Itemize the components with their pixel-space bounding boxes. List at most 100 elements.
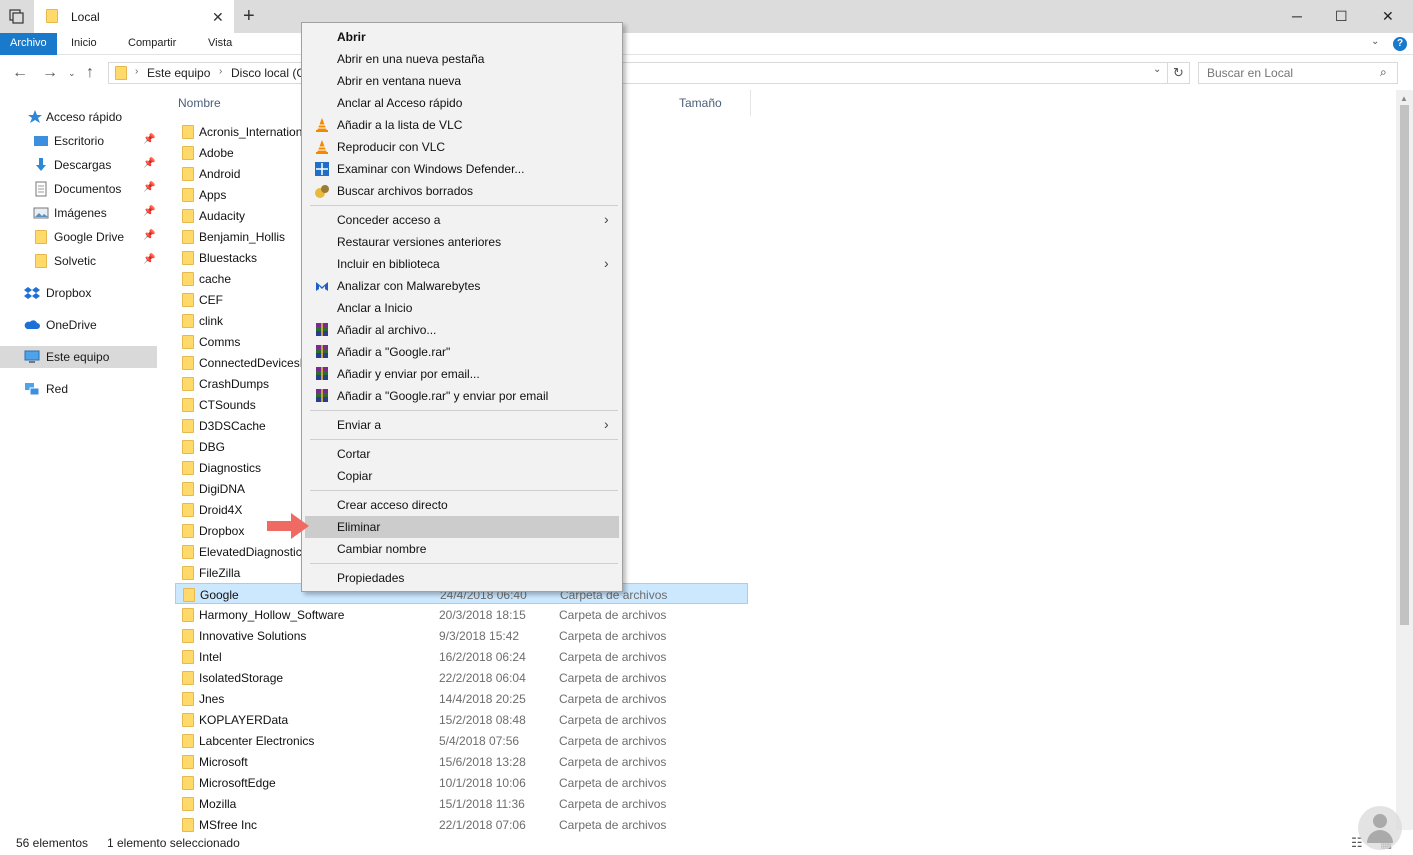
- menu-item-abrir-en-una-nueva-pesta-a[interactable]: Abrir en una nueva pestaña: [305, 48, 619, 70]
- sidebar-item-quick-access[interactable]: Acceso rápido: [0, 106, 157, 128]
- close-icon[interactable]: ✕: [1382, 8, 1394, 25]
- menu-item-cortar[interactable]: Cortar: [305, 443, 619, 465]
- minimize-icon[interactable]: ─: [1292, 8, 1302, 24]
- menu-item-buscar-archivos-borrados[interactable]: Buscar archivos borrados: [305, 180, 619, 202]
- menu-item-crear-acceso-directo[interactable]: Crear acceso directo: [305, 494, 619, 516]
- ribbon-file-tab[interactable]: Archivo: [0, 33, 57, 55]
- file-type: Carpeta de archivos: [559, 776, 667, 790]
- menu-item-analizar-con-malwarebytes[interactable]: Analizar con Malwarebytes: [305, 275, 619, 297]
- menu-item-abrir[interactable]: Abrir: [305, 26, 619, 48]
- file-name: cache: [199, 272, 232, 286]
- menu-item-a-adir-y-enviar-por-email[interactable]: Añadir y enviar por email...: [305, 363, 619, 385]
- menu-item-examinar-con-windows-defender[interactable]: Examinar con Windows Defender...: [305, 158, 619, 180]
- file-name: Droid4X: [199, 503, 243, 517]
- pin-icon[interactable]: 📌: [143, 254, 155, 265]
- vlc-cone-icon: [316, 140, 328, 154]
- window-menu-icon[interactable]: [9, 9, 25, 25]
- menu-item-label: Añadir al archivo...: [337, 323, 437, 337]
- recent-locations-icon[interactable]: ⌄: [68, 68, 76, 79]
- menu-item-anclar-al-acceso-r-pido[interactable]: Anclar al Acceso rápido: [305, 92, 619, 114]
- sidebar-item-label: Acceso rápido: [46, 110, 123, 124]
- address-bar[interactable]: › Este equipo › Disco local (C: [108, 62, 1168, 84]
- table-row[interactable]: IsolatedStorage 22/2/2018 06:04 Carpeta de…: [175, 667, 748, 688]
- menu-item-label: Analizar con Malwarebytes: [337, 279, 481, 293]
- sidebar-item-desktop[interactable]: Escritorio 📌: [0, 130, 157, 152]
- menu-item-restaurar-versiones-anteriores[interactable]: Restaurar versiones anteriores: [305, 231, 619, 253]
- address-dropdown-icon[interactable]: ⌄: [1153, 64, 1161, 75]
- sidebar-item-solvetic[interactable]: Solvetic 📌: [0, 250, 157, 272]
- chevron-down-icon[interactable]: ⌄: [1371, 36, 1379, 47]
- chevron-right-icon: ›: [219, 66, 223, 77]
- menu-item-propiedades[interactable]: Propiedades: [305, 567, 619, 589]
- table-row[interactable]: KOPLAYERData 15/2/2018 08:48 Carpeta de ar…: [175, 709, 748, 730]
- menu-item-a-adir-a-google-rar[interactable]: Añadir a "Google.rar": [305, 341, 619, 363]
- table-row[interactable]: Microsoft 15/6/2018 13:28 Carpeta de archi…: [175, 751, 748, 772]
- search-input[interactable]: [1198, 62, 1398, 84]
- sidebar-item-dropbox[interactable]: Dropbox: [0, 282, 157, 304]
- menu-item-a-adir-a-la-lista-de-vlc[interactable]: Añadir a la lista de VLC: [305, 114, 619, 136]
- menu-item-label: Eliminar: [337, 520, 381, 534]
- table-row[interactable]: MicrosoftEdge 10/1/2018 10:06 Carpeta de a…: [175, 772, 748, 793]
- file-type: Carpeta de archivos: [559, 755, 667, 769]
- menu-item-conceder-acceso-a[interactable]: Conceder acceso a ›: [305, 209, 619, 231]
- tab-local[interactable]: Local ✕: [34, 0, 234, 33]
- table-row[interactable]: Labcenter Electronics 5/4/2018 07:56 Carpe…: [175, 730, 748, 751]
- table-row[interactable]: Intel 16/2/2018 06:24 Carpeta de archivos: [175, 646, 748, 667]
- menu-item-enviar-a[interactable]: Enviar a ›: [305, 414, 619, 436]
- search-icon[interactable]: ⌕: [1380, 65, 1387, 80]
- table-row[interactable]: Mozilla 15/1/2018 11:36 Carpeta de archivo…: [175, 793, 748, 814]
- menu-item-anclar-a-inicio[interactable]: Anclar a Inicio: [305, 297, 619, 319]
- sidebar-item-this-pc[interactable]: Este equipo: [0, 346, 157, 368]
- sidebar-item-pictures[interactable]: Imágenes 📌: [0, 202, 157, 224]
- column-header-size[interactable]: Tamaño: [679, 96, 722, 110]
- pin-icon[interactable]: 📌: [143, 206, 155, 217]
- menu-item-eliminar[interactable]: Eliminar: [305, 516, 619, 538]
- new-tab-icon[interactable]: +: [243, 6, 255, 26]
- vertical-scrollbar[interactable]: ▲: [1396, 90, 1413, 830]
- forward-icon[interactable]: →: [42, 64, 58, 82]
- maximize-icon[interactable]: ☐: [1335, 8, 1348, 25]
- menu-item-a-adir-a-google-rar-y-enviar-por-email[interactable]: Añadir a "Google.rar" y enviar por email: [305, 385, 619, 407]
- back-icon[interactable]: ←: [12, 64, 28, 82]
- menu-item-reproducir-con-vlc[interactable]: Reproducir con VLC: [305, 136, 619, 158]
- ribbon-tab-share[interactable]: Compartir: [128, 37, 176, 49]
- breadcrumb-item[interactable]: Este equipo: [147, 66, 210, 80]
- menu-item-a-adir-al-archivo[interactable]: Añadir al archivo...: [305, 319, 619, 341]
- pin-icon[interactable]: 📌: [143, 182, 155, 193]
- column-header-name[interactable]: Nombre: [178, 96, 221, 110]
- help-icon[interactable]: ?: [1393, 37, 1407, 51]
- refresh-icon[interactable]: ↻: [1168, 62, 1190, 84]
- defender-shield-icon: [315, 162, 329, 176]
- sidebar-item-google-drive[interactable]: Google Drive 📌: [0, 226, 157, 248]
- file-name: Android: [199, 167, 241, 181]
- menu-item-incluir-en-biblioteca[interactable]: Incluir en biblioteca ›: [305, 253, 619, 275]
- scrollbar-thumb[interactable]: [1400, 105, 1409, 625]
- ribbon-tab-view[interactable]: Vista: [208, 37, 232, 49]
- pin-icon[interactable]: 📌: [143, 158, 155, 169]
- sidebar-item-documents[interactable]: Documentos 📌: [0, 178, 157, 200]
- pin-icon[interactable]: 📌: [143, 230, 155, 241]
- menu-item-cambiar-nombre[interactable]: Cambiar nombre: [305, 538, 619, 560]
- file-date: 14/4/2018 20:25: [439, 692, 526, 706]
- malwarebytes-icon: [316, 282, 328, 291]
- column-divider[interactable]: [750, 90, 751, 116]
- table-row[interactable]: Harmony_Hollow_Software 20/3/2018 18:15 Ca…: [175, 604, 748, 625]
- sidebar-item-label: Imágenes: [54, 206, 107, 220]
- sidebar-item-downloads[interactable]: Descargas 📌: [0, 154, 157, 176]
- tab-close-icon[interactable]: ✕: [212, 9, 224, 26]
- menu-item-abrir-en-ventana-nueva[interactable]: Abrir en ventana nueva: [305, 70, 619, 92]
- ribbon-tab-home[interactable]: Inicio: [71, 37, 97, 49]
- scroll-up-icon[interactable]: ▲: [1400, 94, 1408, 103]
- sidebar-item-network[interactable]: Red: [0, 378, 157, 400]
- folder-icon: [182, 314, 194, 328]
- table-row[interactable]: Jnes 14/4/2018 20:25 Carpeta de archivos: [175, 688, 748, 709]
- folder-icon: [182, 419, 194, 433]
- menu-item-copiar[interactable]: Copiar: [305, 465, 619, 487]
- breadcrumb-item[interactable]: Disco local (C: [231, 66, 305, 80]
- sidebar-item-onedrive[interactable]: OneDrive: [0, 314, 157, 336]
- file-date: 9/3/2018 15:42: [439, 629, 520, 643]
- up-icon[interactable]: ↑: [86, 64, 94, 82]
- pin-icon[interactable]: 📌: [143, 134, 155, 145]
- table-row[interactable]: Innovative Solutions 9/3/2018 15:42 Carpet…: [175, 625, 748, 646]
- folder-icon: [182, 398, 194, 412]
